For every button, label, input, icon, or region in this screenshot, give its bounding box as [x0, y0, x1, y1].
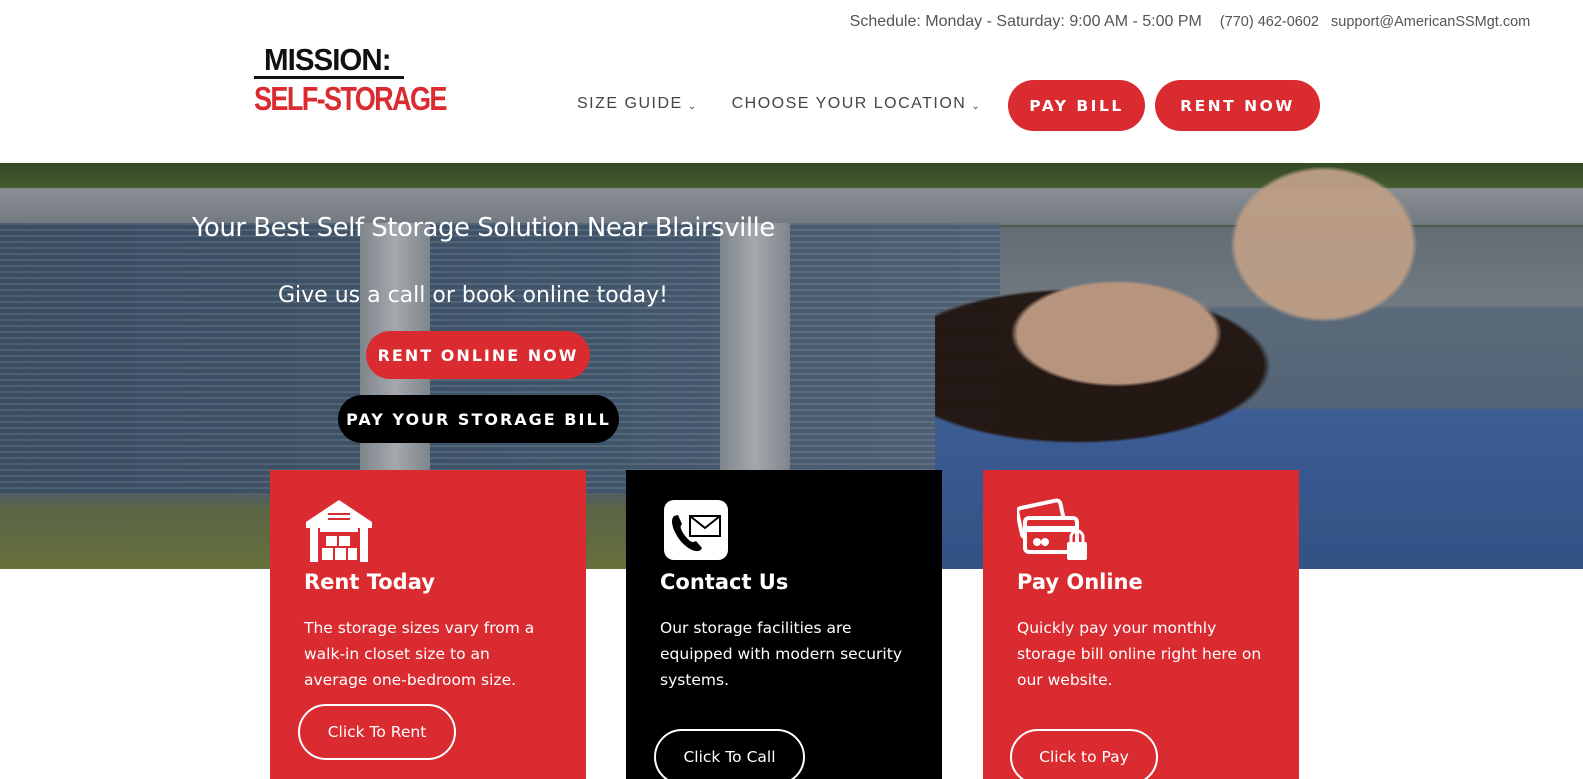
- hero-subtitle: Give us a call or book online today!: [278, 283, 668, 308]
- site-logo[interactable]: MISSION: SELF-STORAGE: [254, 42, 447, 120]
- click-to-pay-button[interactable]: Click to Pay: [1010, 729, 1158, 779]
- card-pay-online: Pay Online Quickly pay your monthly stor…: [983, 470, 1299, 779]
- schedule-text: Schedule: Monday - Saturday: 9:00 AM - 5…: [849, 13, 1202, 30]
- card-text: Our storage facilities are equipped with…: [660, 619, 902, 689]
- nav-item-choose-location[interactable]: CHOOSE YOUR LOCATION ⌄: [732, 95, 982, 113]
- card-text: Quickly pay your monthly storage bill on…: [1017, 619, 1262, 689]
- top-info-bar: Schedule: Monday - Saturday: 9:00 AM - 5…: [849, 13, 1531, 31]
- nav-item-label: SIZE GUIDE: [577, 95, 683, 112]
- email-link[interactable]: support@AmericanSSMgt.com: [1331, 14, 1530, 30]
- nav-item-label: CHOOSE YOUR LOCATION: [731, 95, 967, 112]
- rent-online-now-button[interactable]: RENT ONLINE NOW: [366, 331, 590, 379]
- nav-item-size-guide[interactable]: SIZE GUIDE ⌄: [577, 95, 698, 113]
- phone-link[interactable]: (770) 462-0602: [1220, 14, 1319, 30]
- pay-bill-button[interactable]: PAY BILL: [1008, 80, 1145, 131]
- warehouse-icon: [304, 498, 374, 564]
- hero-title: Your Best Self Storage Solution Near Bla…: [192, 213, 775, 243]
- card-title: Pay Online: [1017, 570, 1143, 594]
- chevron-down-icon: ⌄: [971, 100, 982, 112]
- chevron-down-icon: ⌄: [687, 100, 698, 112]
- card-rent-today: Rent Today The storage sizes vary from a…: [270, 470, 586, 779]
- card-contact-us: Contact Us Our storage facilities are eq…: [626, 470, 942, 779]
- pay-storage-bill-button[interactable]: PAY YOUR STORAGE BILL: [338, 395, 619, 443]
- click-to-call-button[interactable]: Click To Call: [654, 729, 805, 779]
- rent-now-button[interactable]: RENT NOW: [1155, 80, 1320, 131]
- credit-card-lock-icon: [1015, 498, 1087, 564]
- click-to-rent-button[interactable]: Click To Rent: [298, 704, 456, 760]
- logo-rule: [254, 76, 404, 79]
- main-nav: SIZE GUIDE ⌄ CHOOSE YOUR LOCATION ⌄: [577, 95, 981, 113]
- logo-line-2: SELF-STORAGE: [254, 80, 447, 117]
- phone-mail-icon: [660, 498, 730, 564]
- card-text: The storage sizes vary from a walk-in cl…: [304, 619, 535, 689]
- logo-line-1: MISSION:: [264, 42, 392, 77]
- card-title: Contact Us: [660, 570, 789, 594]
- card-title: Rent Today: [304, 570, 435, 594]
